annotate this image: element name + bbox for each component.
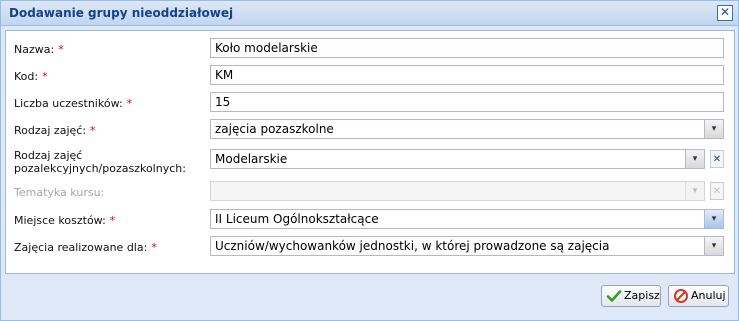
required-marker: * — [90, 124, 96, 137]
required-marker: * — [58, 43, 64, 56]
chevron-down-icon: ▾ — [685, 182, 704, 200]
extracurricular-type-combo[interactable]: Modelarskie ▾ — [210, 149, 705, 169]
extracurricular-type-label: Rodzaj zajęć pozalekcyjnych/pozaszkolnyc… — [14, 149, 186, 175]
required-marker: * — [109, 214, 116, 227]
required-marker: * — [42, 70, 48, 83]
class-type-label: Rodzaj zajęć: * — [14, 124, 96, 137]
required-marker: * — [126, 97, 133, 110]
chevron-down-icon[interactable]: ▾ — [704, 120, 723, 138]
close-icon[interactable]: ✕ — [717, 5, 733, 21]
chevron-down-icon[interactable]: ▾ — [685, 150, 704, 168]
cancel-icon — [674, 289, 688, 303]
chevron-down-icon[interactable]: ▾ — [704, 210, 723, 228]
code-label: Kod: * — [14, 70, 48, 83]
dialog-footer: Zapisz Anuluj — [1, 279, 738, 319]
save-button[interactable]: Zapisz — [601, 285, 661, 307]
participants-input[interactable]: 15 — [210, 92, 724, 112]
participants-label: Liczba uczestników: * — [14, 97, 133, 110]
clear-icon: ✕ — [710, 182, 724, 200]
dialog-window: Dodawanie grupy nieoddziałowej ✕ Nazwa: *… — [0, 0, 739, 321]
chevron-down-icon[interactable]: ▾ — [704, 237, 723, 255]
clear-icon[interactable]: ✕ — [710, 150, 724, 168]
dialog-title: Dodawanie grupy nieoddziałowej — [9, 6, 234, 20]
required-marker: * — [151, 241, 157, 254]
name-input[interactable]: Koło modelarskie — [210, 38, 724, 58]
name-label: Nazwa: * — [14, 43, 64, 56]
cost-center-combo[interactable]: II Liceum Ogólnokształcące ▾ — [210, 209, 724, 229]
form-panel: Nazwa: * Koło modelarskie Kod: * KM Liczba… — [5, 30, 735, 274]
cancel-button[interactable]: Anuluj — [668, 285, 729, 307]
target-group-label: Zajęcia realizowane dla: * — [14, 241, 157, 254]
code-input[interactable]: KM — [210, 65, 724, 85]
cost-center-label: Miejsce kosztów: * — [14, 214, 116, 227]
target-group-combo[interactable]: Uczniów/wychowanków jednostki, w której … — [210, 236, 724, 256]
course-topic-combo: ▾ — [210, 181, 705, 201]
checkmark-icon — [606, 290, 622, 302]
dialog-titlebar[interactable]: Dodawanie grupy nieoddziałowej ✕ — [1, 1, 738, 26]
course-topic-label: Tematyka kursu: — [14, 186, 105, 199]
class-type-combo[interactable]: zajęcia pozaszkolne ▾ — [210, 119, 724, 139]
